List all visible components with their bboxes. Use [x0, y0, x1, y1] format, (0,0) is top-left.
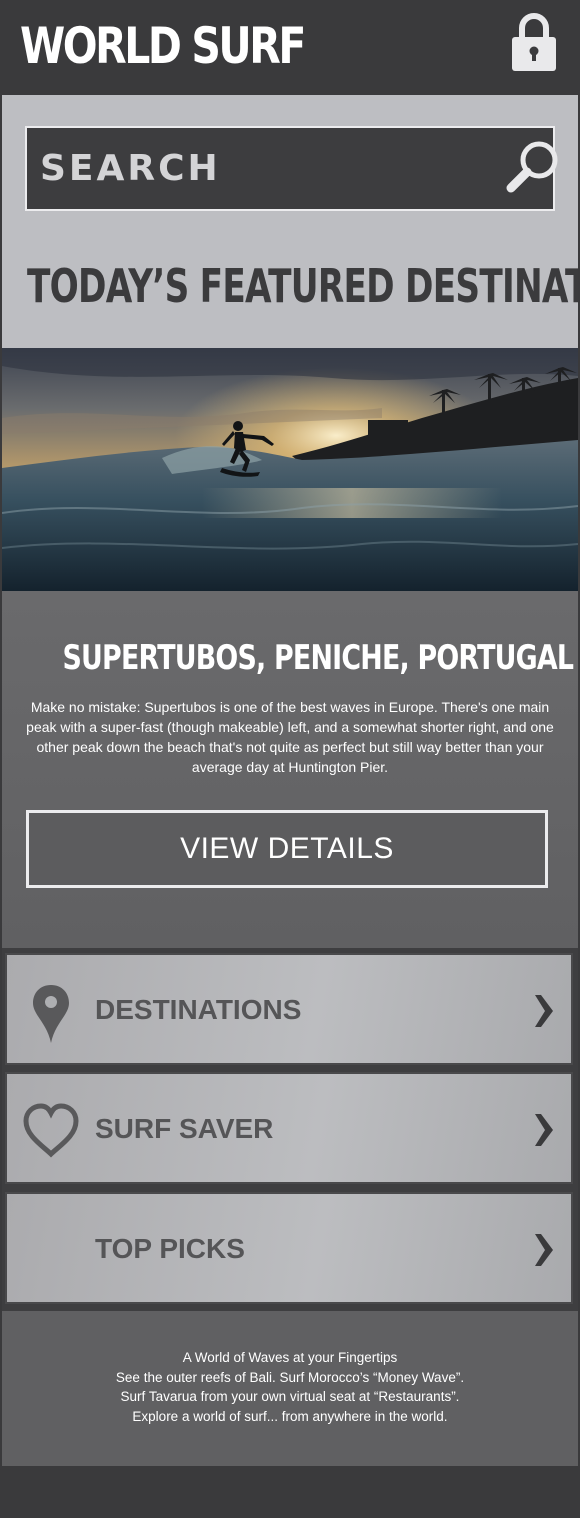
map-pin-icon: [33, 985, 69, 1043]
heart-icon: [23, 1103, 79, 1158]
menu-item-label: TOP PICKS: [95, 1233, 245, 1264]
search-section: TODAY’S FEATURED DESTINATION: [2, 95, 578, 348]
app-screen: WORLD SURF TODAY’S FEATURED DESTINATION: [2, 0, 578, 1518]
footer-text: A World of Waves at your Fingertips See …: [2, 1348, 578, 1426]
footer-line: Explore a world of surf... from anywhere…: [132, 1408, 448, 1424]
chevron-right-icon: [535, 1234, 553, 1266]
chevron-right-icon: [535, 995, 553, 1027]
surfer-at-sunset-photo: [2, 348, 578, 591]
chevron-right-icon: [535, 1114, 553, 1146]
footer-line: Surf Tavarua from your own virtual seat …: [120, 1389, 460, 1404]
featured-heading: TODAY’S FEATURED DESTINATION: [27, 259, 578, 313]
featured-destination-panel: SUPERTUBOS, PENICHE, PORTUGAL Make no mi…: [2, 591, 578, 948]
bottom-bar: [2, 1466, 578, 1518]
search-input[interactable]: [40, 142, 470, 194]
destination-title: SUPERTUBOS, PENICHE, PORTUGAL: [62, 638, 574, 678]
app-header: WORLD SURF: [2, 0, 578, 95]
view-details-button[interactable]: VIEW DETAILS: [26, 810, 548, 888]
magnifier-icon[interactable]: [505, 138, 563, 196]
menu-item-top-picks[interactable]: TOP PICKS: [5, 1192, 573, 1304]
featured-hero-image[interactable]: [2, 348, 578, 591]
padlock-icon[interactable]: [510, 12, 558, 72]
menu-item-label: SURF SAVER: [95, 1113, 274, 1144]
brand-logo[interactable]: WORLD SURF: [20, 14, 306, 78]
destination-description: Make no mistake: Supertubos is one of th…: [26, 699, 554, 775]
footer-line: See the outer reefs of Bali. Surf Morocc…: [115, 1369, 465, 1385]
footer: A World of Waves at your Fingertips See …: [2, 1311, 578, 1466]
menu-item-label: DESTINATIONS: [95, 994, 302, 1025]
search-bar: [25, 126, 558, 211]
menu-item-surf-saver[interactable]: SURF SAVER: [5, 1072, 573, 1184]
footer-tagline: A World of Waves at your Fingertips: [182, 1350, 398, 1365]
menu-item-destinations[interactable]: DESTINATIONS: [5, 953, 573, 1065]
main-menu: DESTINATIONS SURF SAVER TOP PICKS: [2, 948, 578, 1311]
